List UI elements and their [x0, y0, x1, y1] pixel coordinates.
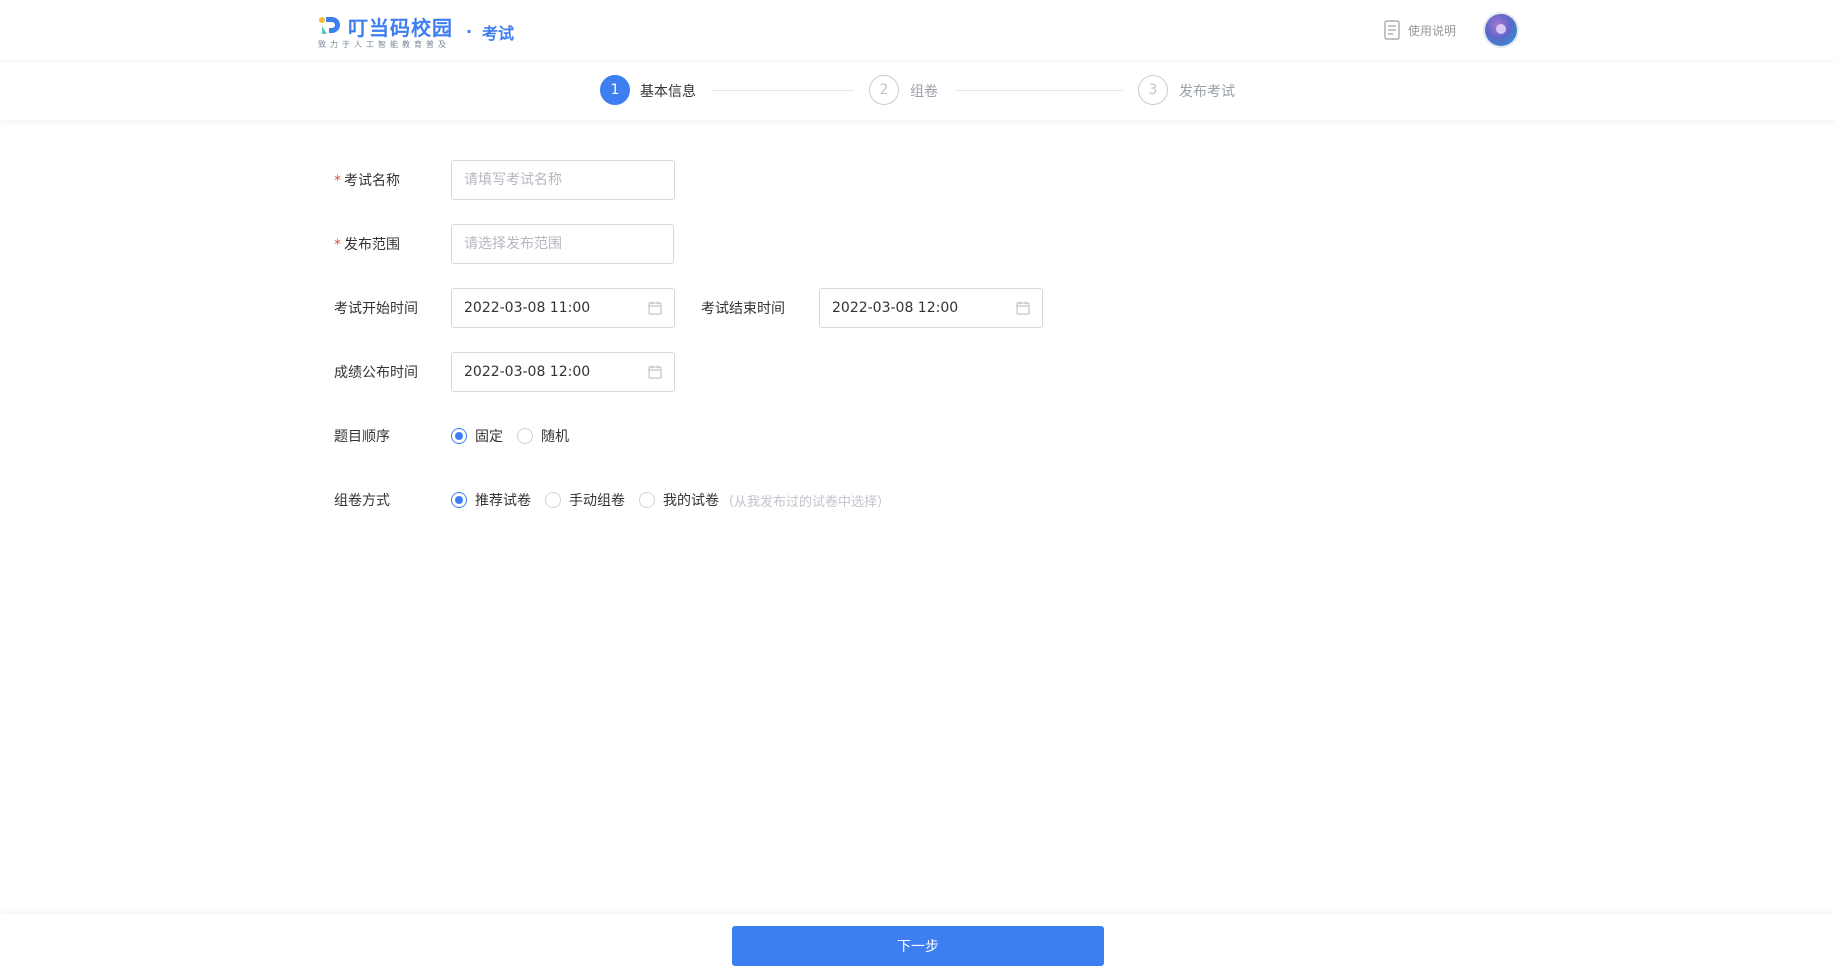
radio-button[interactable] [639, 492, 655, 508]
radio-button[interactable] [451, 492, 467, 508]
required-mark: * [334, 173, 341, 189]
brand-slogan: 致力于人工智能教育普及 [318, 40, 450, 49]
compose-mode-manual[interactable]: 手动组卷 [545, 490, 625, 510]
exam-name-input[interactable]: 请填写考试名称 [451, 160, 675, 200]
start-time-label: 考试开始时间 [334, 301, 418, 317]
footer-bar: 下一步 [0, 914, 1835, 976]
radio-label: 推荐试卷 [475, 493, 531, 509]
step-1-number: 1 [600, 75, 630, 105]
calendar-icon [648, 301, 662, 315]
publish-scope-select[interactable]: 请选择发布范围 [451, 224, 674, 264]
score-time-label: 成绩公布时间 [334, 365, 418, 381]
radio-label: 手动组卷 [569, 493, 625, 509]
step-connector [712, 90, 854, 91]
step-connector [955, 90, 1123, 91]
avatar[interactable] [1485, 14, 1517, 46]
section-title: 考试 [482, 24, 515, 43]
required-mark: * [334, 237, 341, 253]
start-time-value: 2022-03-08 11:00 [464, 300, 591, 316]
publish-scope-label: * 发布范围 [334, 237, 400, 253]
compose-mode-hint: （从我发布过的试卷中选择） [721, 494, 891, 510]
exam-name-label: * 考试名称 [334, 173, 400, 189]
start-time-picker[interactable]: 2022-03-08 11:00 [451, 288, 675, 328]
publish-scope-placeholder: 请选择发布范围 [464, 236, 562, 252]
step-2-label: 组卷 [910, 84, 938, 100]
question-order-random[interactable]: 随机 [517, 426, 569, 446]
score-time-picker[interactable]: 2022-03-08 12:00 [451, 352, 675, 392]
end-time-value: 2022-03-08 12:00 [832, 300, 959, 316]
radio-button[interactable] [517, 428, 533, 444]
calendar-icon [1016, 301, 1030, 315]
step-2-number: 2 [869, 75, 899, 105]
question-order-radio-group: 固定 随机 [451, 426, 583, 446]
calendar-icon [648, 365, 662, 379]
help-label: 使用说明 [1408, 23, 1457, 38]
end-time-label: 考试结束时间 [701, 301, 785, 317]
radio-label: 随机 [541, 429, 569, 445]
radio-button[interactable] [451, 428, 467, 444]
progress-stepper: 1 基本信息 2 组卷 3 发布考试 [0, 60, 1835, 120]
document-icon [1384, 20, 1400, 40]
compose-mode-label: 组卷方式 [334, 493, 390, 509]
exam-name-placeholder: 请填写考试名称 [464, 172, 562, 188]
question-order-fixed[interactable]: 固定 [451, 426, 503, 446]
radio-label: 我的试卷 [663, 493, 719, 509]
brand-logo-icon [319, 17, 340, 34]
compose-mode-recommended[interactable]: 推荐试卷 [451, 490, 531, 510]
step-3-number: 3 [1138, 75, 1168, 105]
help-link[interactable]: 使用说明 [1384, 19, 1456, 41]
radio-button[interactable] [545, 492, 561, 508]
step-1-label: 基本信息 [640, 84, 696, 100]
compose-mode-my-papers[interactable]: 我的试卷 [639, 490, 719, 510]
section-separator: · [466, 22, 473, 41]
brand-name: 叮当码校园 [348, 16, 453, 40]
end-time-picker[interactable]: 2022-03-08 12:00 [819, 288, 1043, 328]
top-header: 叮当码校园 致力于人工智能教育普及 · 考试 使用说明 [0, 0, 1835, 60]
compose-mode-radio-group: 推荐试卷 手动组卷 我的试卷 （从我发布过的试卷中选择） [451, 490, 890, 510]
question-order-label: 题目顺序 [334, 429, 390, 445]
next-step-button[interactable]: 下一步 [732, 926, 1104, 966]
step-3-label: 发布考试 [1179, 84, 1235, 100]
radio-label: 固定 [475, 429, 503, 445]
score-time-value: 2022-03-08 12:00 [464, 364, 591, 380]
